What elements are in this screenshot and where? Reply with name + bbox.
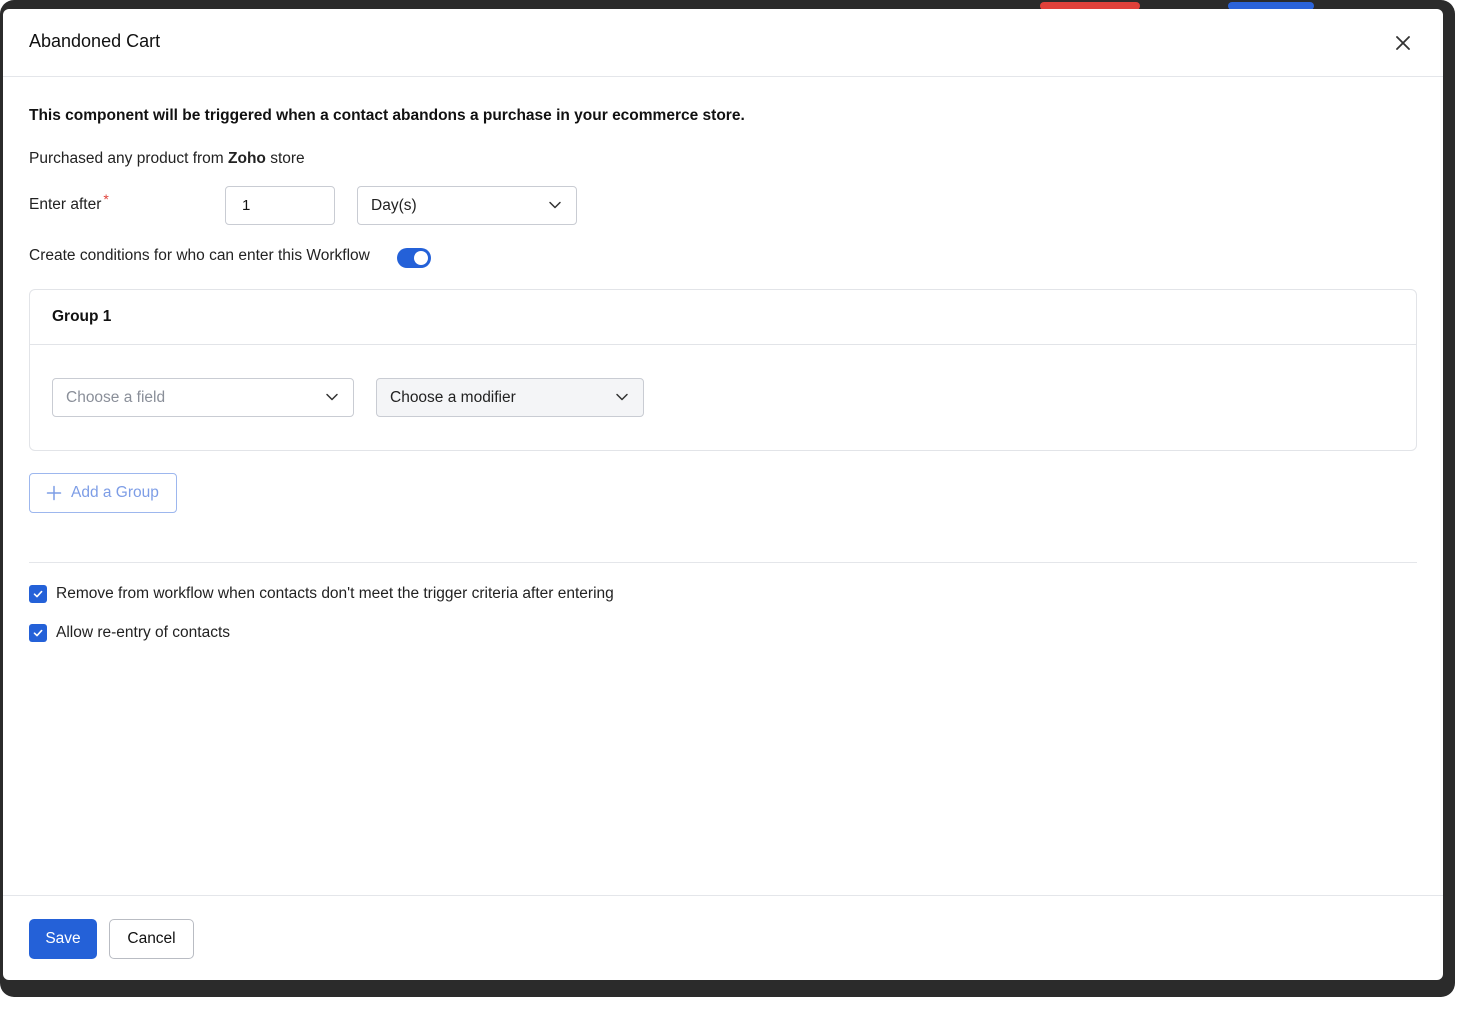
chevron-down-icon [326,393,338,401]
checkmark-icon [33,590,43,598]
add-group-button[interactable]: Add a Group [29,473,177,513]
toggle-knob [414,251,428,265]
unit-select-value: Day(s) [371,196,417,214]
dialog-header: Abandoned Cart [3,9,1443,77]
purchase-suffix: store [265,150,305,167]
add-group-label: Add a Group [71,484,159,501]
allow-reentry-option[interactable]: Allow re-entry of contacts [29,624,230,642]
cancel-button[interactable]: Cancel [109,919,194,959]
store-name: Zoho [228,150,266,167]
purchase-condition-text: Purchased any product from Zoho store [29,150,305,168]
remove-from-workflow-option[interactable]: Remove from workflow when contacts don't… [29,585,614,603]
chevron-down-icon [616,393,628,401]
enter-after-text: Enter after [29,196,102,213]
dialog-footer: Save Cancel [3,895,1443,980]
remove-from-workflow-label: Remove from workflow when contacts don't… [56,585,614,602]
field-select-placeholder: Choose a field [66,388,166,406]
allow-reentry-checkbox[interactable] [29,624,47,642]
modifier-select-placeholder: Choose a modifier [390,388,516,406]
group-title: Group 1 [52,308,112,325]
group-header: Group 1 [30,290,1416,345]
choose-modifier-select[interactable]: Choose a modifier [376,378,644,417]
conditions-toggle[interactable] [397,248,431,268]
checkmark-icon [33,629,43,637]
condition-group: Group 1 Choose a field Choose a modifier [29,289,1417,451]
allow-reentry-label: Allow re-entry of contacts [56,624,231,641]
remove-from-workflow-checkbox[interactable] [29,585,47,603]
conditions-toggle-label: Create conditions for who can enter this… [29,247,370,264]
purchase-prefix: Purchased any product from [29,150,229,167]
section-divider [29,562,1417,563]
required-marker: * [103,191,109,207]
plus-icon [46,485,62,501]
trigger-description: This component will be triggered when a … [29,107,745,124]
close-button[interactable] [1391,31,1415,55]
save-button[interactable]: Save [29,919,97,959]
abandoned-cart-dialog: Abandoned Cart This component will be tr… [3,9,1443,980]
close-icon [1396,36,1410,50]
enter-after-input[interactable] [225,186,335,225]
enter-after-label: Enter after * [29,191,109,214]
chevron-down-icon [549,201,561,209]
choose-field-select[interactable]: Choose a field [52,378,354,417]
enter-after-unit-select[interactable]: Day(s) [357,186,577,225]
dialog-title: Abandoned Cart [29,31,161,51]
